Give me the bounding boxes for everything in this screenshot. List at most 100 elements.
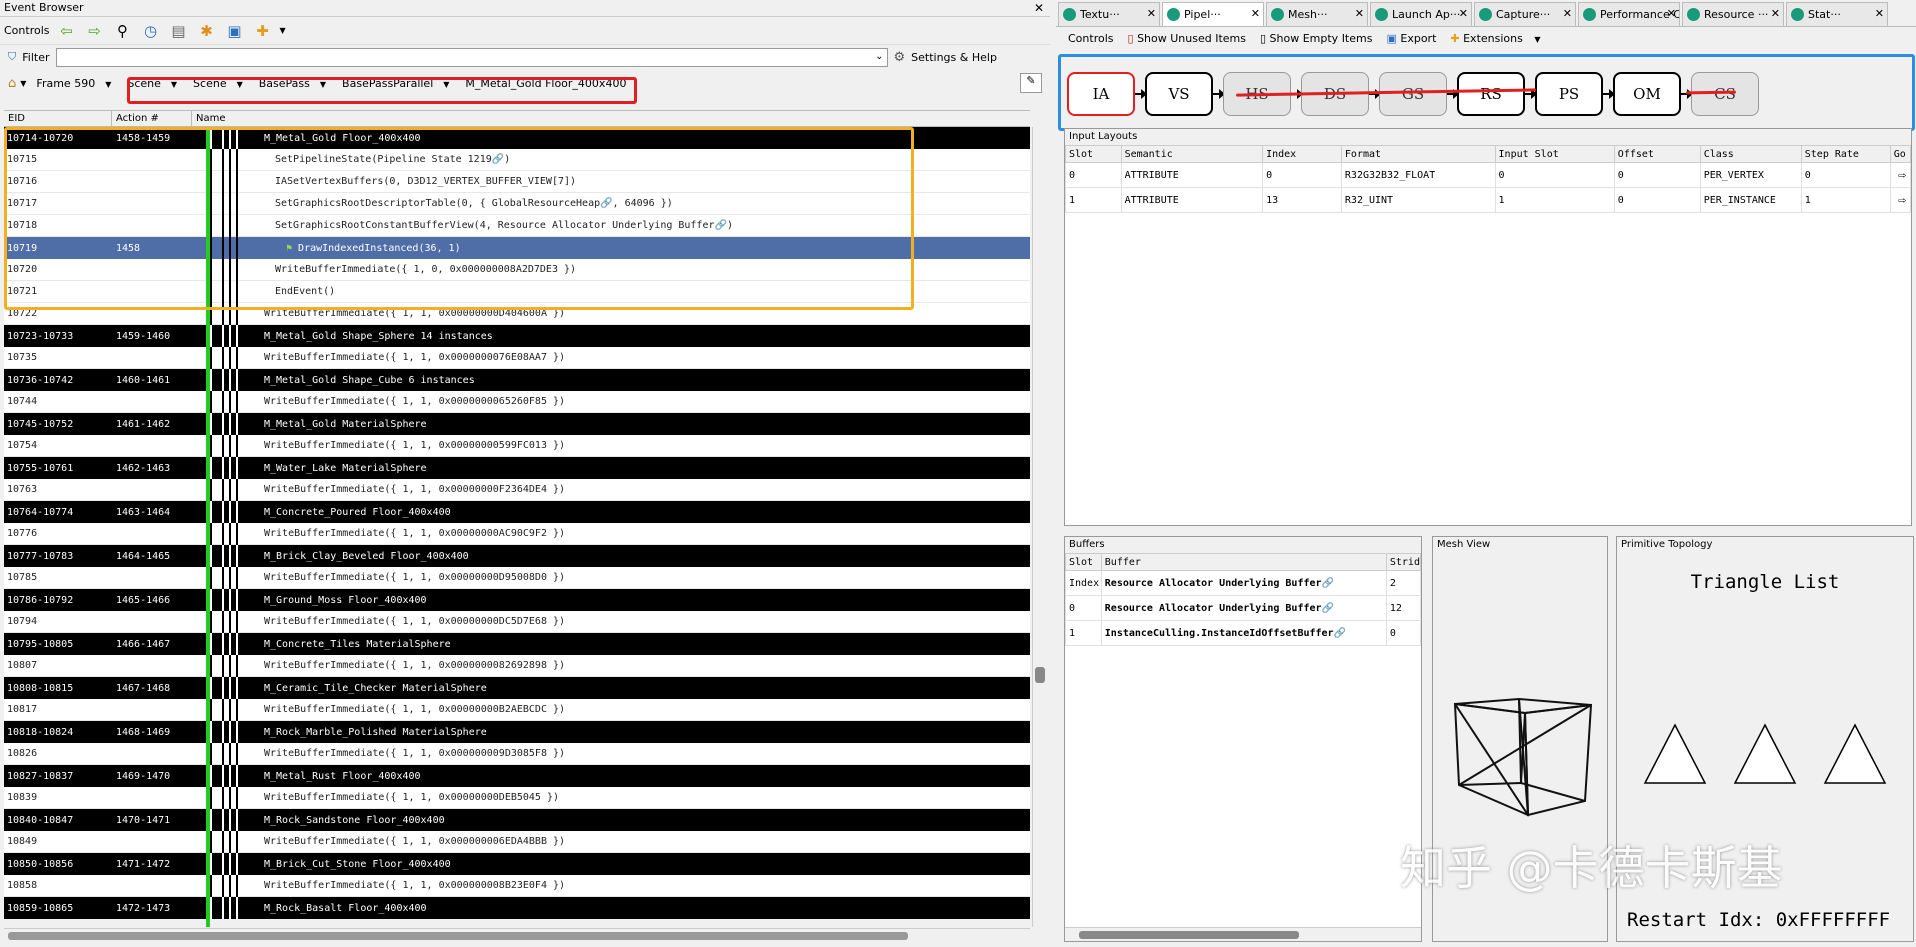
table-row[interactable]: 0 ATTRIBUTE 0 R32G32B32_FLOAT 0 0 PER_VERTEX 0 ⇨	[1065, 162, 1912, 188]
close-icon[interactable]: ✕	[1459, 7, 1468, 20]
close-icon[interactable]: ✕	[1875, 7, 1884, 20]
breadcrumb-item[interactable]: Frame 590 ▼	[30, 77, 117, 90]
buffers-table: Slot Buffer Strid Index Resource Allocator U…	[1065, 553, 1422, 646]
column-header[interactable]: Class	[1699, 145, 1802, 163]
event-row[interactable]: 10744 WriteBufferImmediate({ 1, 1, 0x0000…	[4, 390, 1030, 413]
chevron-down-icon[interactable]: ▼	[280, 26, 286, 35]
column-header[interactable]: Action #	[112, 111, 192, 126]
settings-gear-icon[interactable]: ⚙	[894, 50, 906, 65]
event-row[interactable]: 10859-10865 1472-1473 M_Rock_Basalt Floor_…	[4, 897, 1030, 919]
arrow-right-icon[interactable]: ⇨	[84, 20, 106, 42]
tab-1[interactable]: Pipel··· ✕	[1162, 2, 1264, 27]
column-header[interactable]: Slot	[1065, 145, 1122, 163]
event-row[interactable]: 10850-10856 1471-1472 M_Brick_Cut_Stone Fl…	[4, 853, 1030, 875]
event-row[interactable]: 10763 WriteBufferImmediate({ 1, 1, 0x0000…	[4, 478, 1030, 501]
tab-6[interactable]: Resource ··· ✕	[1682, 2, 1784, 27]
close-icon[interactable]: ✕	[1355, 7, 1364, 20]
column-header[interactable]: Input Slot	[1494, 145, 1615, 163]
tab-5[interactable]: Performance Count···✕	[1578, 2, 1680, 27]
column-header[interactable]: Slot	[1065, 553, 1102, 571]
event-row[interactable]: 10840-10847 1470-1471 M_Rock_Sandstone Flo…	[4, 809, 1030, 831]
event-row[interactable]: 10777-10783 1464-1465 M_Brick_Clay_Beveled…	[4, 545, 1030, 567]
event-row[interactable]: 10776 WriteBufferImmediate({ 1, 1, 0x0000…	[4, 522, 1030, 545]
tab-status-icon	[1063, 8, 1076, 21]
close-icon[interactable]: ✕	[1771, 7, 1780, 20]
column-header[interactable]: Buffer	[1100, 553, 1387, 571]
tab-2[interactable]: Mesh··· ✕	[1266, 2, 1368, 27]
table-row[interactable]: 1 InstanceCulling.InstanceIdOffsetBuffer🔗…	[1065, 620, 1422, 646]
binoculars-icon[interactable]: ⚲	[112, 20, 134, 42]
event-row[interactable]: 10755-10761 1462-1463 M_Water_Lake Materia…	[4, 457, 1030, 479]
bookmark-icon[interactable]: ▤	[168, 20, 190, 42]
show-empty-button[interactable]: ▯ Show Empty Items	[1260, 32, 1372, 45]
event-row[interactable]: 10826 WriteBufferImmediate({ 1, 1, 0x0000…	[4, 742, 1030, 765]
home-icon[interactable]: ⌂	[8, 76, 16, 91]
show-unused-button[interactable]: ▯ Show Unused Items	[1128, 32, 1246, 45]
chevron-down-icon[interactable]: ▼	[20, 79, 26, 88]
event-row[interactable]: 10817 WriteBufferImmediate({ 1, 1, 0x0000…	[4, 698, 1030, 721]
event-eid: 10795-10805	[7, 638, 74, 650]
table-row[interactable]: 0 Resource Allocator Underlying Buffer🔗 12	[1065, 595, 1422, 621]
table-row[interactable]: Index Resource Allocator Underlying Buffe…	[1065, 570, 1422, 596]
horizontal-scrollbar[interactable]	[4, 928, 1030, 942]
filter-input[interactable]: ⌄	[55, 47, 888, 67]
event-row[interactable]: 10745-10752 1461-1462 M_Metal_Gold Materia…	[4, 413, 1030, 435]
tab-7[interactable]: Stat··· ✕	[1786, 2, 1888, 27]
tab-3[interactable]: Launch Ap··· ✕	[1370, 2, 1472, 27]
event-row[interactable]: 10754 WriteBufferImmediate({ 1, 1, 0x0000…	[4, 434, 1030, 457]
table-row[interactable]: 1 ATTRIBUTE 13 R32_UINT 1 0 PER_INSTANCE 1 ⇨	[1065, 187, 1912, 213]
column-header[interactable]: Semantic	[1120, 145, 1264, 163]
column-header[interactable]: EID	[4, 111, 112, 126]
event-row[interactable]: 10849 WriteBufferImmediate({ 1, 1, 0x0000…	[4, 830, 1030, 853]
gear-orange-icon[interactable]: ✱	[196, 20, 218, 42]
event-row[interactable]: 10786-10792 1465-1466 M_Ground_Moss Floor_…	[4, 589, 1030, 611]
close-icon[interactable]: ✕	[1034, 0, 1044, 16]
horizontal-scrollbar[interactable]	[1065, 927, 1421, 941]
arrow-left-icon[interactable]: ⇦	[56, 20, 78, 42]
puzzle-icon: ✚	[1450, 31, 1460, 45]
event-action: 1461-1462	[116, 418, 171, 430]
close-icon[interactable]: ✕	[1251, 7, 1260, 20]
clock-icon[interactable]: ◷	[140, 20, 162, 42]
column-header[interactable]: Name	[192, 111, 1030, 126]
event-row[interactable]: 10818-10824 1468-1469 M_Rock_Marble_Polish…	[4, 721, 1030, 743]
settings-help-button[interactable]: Settings & Help	[911, 51, 997, 64]
save-icon[interactable]: ▣	[224, 20, 246, 42]
event-row[interactable]: 10794 WriteBufferImmediate({ 1, 1, 0x0000…	[4, 610, 1030, 633]
event-row[interactable]: 10735 WriteBufferImmediate({ 1, 1, 0x0000…	[4, 346, 1030, 369]
column-header[interactable]: Index	[1262, 145, 1342, 163]
vertical-scrollbar[interactable]	[1032, 127, 1046, 927]
go-arrow-icon[interactable]: ⇨	[1889, 187, 1912, 213]
column-header[interactable]: Offset	[1613, 145, 1701, 163]
event-row[interactable]: 10808-10815 1467-1468 M_Ceramic_Tile_Check…	[4, 677, 1030, 699]
tab-4[interactable]: Capture··· ✕	[1474, 2, 1576, 27]
column-header[interactable]: Strid	[1385, 553, 1422, 571]
puzzle-icon[interactable]: ✚	[252, 20, 274, 42]
event-row[interactable]: 10764-10774 1463-1464 M_Concrete_Poured Fl…	[4, 501, 1030, 523]
export-button[interactable]: ▣ Export	[1386, 32, 1436, 45]
event-name: WriteBufferImmediate({ 1, 1, 0x000000007…	[264, 352, 566, 363]
event-row[interactable]: 10795-10805 1466-1467 M_Concrete_Tiles Mat…	[4, 633, 1030, 655]
tab-status-icon	[1479, 8, 1492, 21]
column-header[interactable]: Format	[1340, 145, 1496, 163]
event-eid: 10763	[7, 484, 38, 495]
timeline-lanes	[192, 633, 252, 655]
timeline-lanes	[192, 413, 252, 435]
event-row[interactable]: 10723-10733 1459-1460 M_Metal_Gold Shape_S…	[4, 325, 1030, 347]
column-header[interactable]: Step Rate	[1800, 145, 1891, 163]
close-icon[interactable]: ✕	[1563, 7, 1572, 20]
event-row[interactable]: 10807 WriteBufferImmediate({ 1, 1, 0x0000…	[4, 654, 1030, 677]
event-row[interactable]: 10858 WriteBufferImmediate({ 1, 1, 0x0000…	[4, 874, 1030, 897]
column-header[interactable]: Go	[1889, 145, 1912, 163]
event-row[interactable]: 10839 WriteBufferImmediate({ 1, 1, 0x0000…	[4, 786, 1030, 809]
go-arrow-icon[interactable]: ⇨	[1889, 162, 1912, 188]
close-icon[interactable]: ✕	[1667, 7, 1676, 20]
close-icon[interactable]: ✕	[1147, 7, 1156, 20]
chevron-down-icon[interactable]: ⌄	[875, 51, 883, 62]
tab-0[interactable]: Textu··· ✕	[1058, 2, 1160, 27]
extensions-button[interactable]: ✚ Extensions ▼	[1450, 32, 1540, 45]
event-row[interactable]: 10785 WriteBufferImmediate({ 1, 1, 0x0000…	[4, 566, 1030, 589]
edit-icon[interactable]: ✎	[1020, 73, 1042, 93]
event-row[interactable]: 10736-10742 1460-1461 M_Metal_Gold Shape_C…	[4, 369, 1030, 391]
event-row[interactable]: 10827-10837 1469-1470 M_Metal_Rust Floor_4…	[4, 765, 1030, 787]
